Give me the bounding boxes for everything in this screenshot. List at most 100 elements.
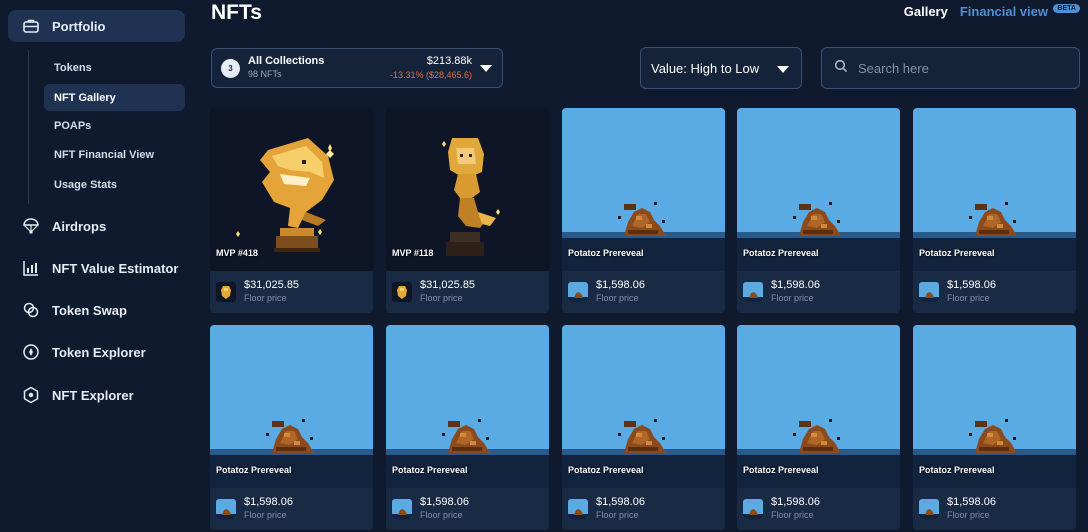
nft-card[interactable]: MVP #118 $31,025.85 Floor price	[386, 108, 549, 313]
nft-card-footer: $1,598.06 Floor price	[743, 279, 820, 305]
nft-card[interactable]: Potatoz Prereveal $1,598.06 Floor price	[737, 325, 900, 530]
nft-price: $1,598.06	[771, 496, 820, 508]
page-title: NFTs	[211, 1, 262, 24]
nft-name: MVP #118	[392, 248, 434, 258]
collection-total-value: $213.88k	[426, 55, 472, 67]
nft-name: Potatoz Prereveal	[919, 248, 995, 258]
collection-thumbnail	[568, 282, 588, 302]
floor-price-label: Floor price	[244, 293, 287, 303]
price-block: $31,025.85 Floor price	[420, 279, 475, 305]
collection-values: $213.88k -13.31% ($28,465.6)	[390, 54, 472, 82]
nav-token-explorer[interactable]: Token Explorer	[8, 336, 185, 368]
nft-price: $1,598.06	[771, 279, 820, 291]
floor-price-label: Floor price	[596, 510, 639, 520]
nav-nft-explorer-label: NFT Explorer	[52, 387, 134, 403]
price-block: $1,598.06 Floor price	[596, 496, 645, 522]
nft-card-footer: $1,598.06 Floor price	[568, 279, 645, 305]
chevron-down-icon	[777, 66, 789, 73]
nav-token-swap[interactable]: Token Swap	[8, 294, 185, 326]
subnav-nft-financial-view-label: NFT Financial View	[54, 148, 155, 161]
nft-card[interactable]: Potatoz Prereveal $1,598.06 Floor price	[737, 108, 900, 313]
floor-price-label: Floor price	[420, 510, 463, 520]
nft-name: Potatoz Prereveal	[392, 465, 468, 475]
nft-card[interactable]: MVP #418 $31,025.85 Floor price	[210, 108, 373, 313]
swap-icon	[22, 301, 40, 319]
floor-price-label: Floor price	[420, 293, 463, 303]
collection-thumbnail	[392, 499, 412, 519]
parachute-icon	[22, 217, 40, 235]
nft-name: Potatoz Prereveal	[568, 465, 644, 475]
beta-badge: BETA	[1053, 4, 1080, 13]
nav-nft-explorer[interactable]: NFT Explorer	[8, 379, 185, 411]
nft-image	[737, 325, 900, 488]
compass-icon	[22, 343, 40, 361]
search-box[interactable]	[821, 47, 1080, 89]
nft-name: MVP #418	[216, 248, 258, 258]
nft-card[interactable]: Potatoz Prereveal $1,598.06 Floor price	[913, 325, 1076, 530]
floor-price-label: Floor price	[947, 510, 990, 520]
nft-name: Potatoz Prereveal	[743, 248, 819, 258]
tab-gallery[interactable]: Gallery	[904, 4, 948, 19]
subnav-tokens-label: Tokens	[54, 61, 92, 74]
nft-image	[737, 108, 900, 271]
collection-count-badge: 3	[221, 58, 240, 78]
subnav-tokens[interactable]: Tokens	[44, 54, 185, 81]
chevron-down-icon	[480, 65, 492, 72]
nft-image	[562, 325, 725, 488]
nft-card[interactable]: Potatoz Prereveal $1,598.06 Floor price	[562, 325, 725, 530]
nav-token-swap-label: Token Swap	[52, 302, 127, 318]
nft-image	[210, 108, 373, 271]
price-block: $1,598.06 Floor price	[771, 279, 820, 305]
subnav-poaps[interactable]: POAPs	[44, 112, 185, 139]
collection-thumbnail	[919, 282, 939, 302]
nft-name: Potatoz Prereveal	[216, 465, 292, 475]
nft-name: Potatoz Prereveal	[568, 248, 644, 258]
subnav-nft-gallery[interactable]: NFT Gallery	[44, 84, 185, 111]
nft-card-footer: $1,598.06 Floor price	[919, 496, 996, 522]
collection-title: All Collections	[248, 55, 325, 67]
subnav-poaps-label: POAPs	[54, 119, 92, 132]
sort-dropdown[interactable]: Value: High to Low	[640, 47, 802, 89]
subnav-nft-gallery-label: NFT Gallery	[54, 91, 116, 104]
nft-card-footer: $1,598.06 Floor price	[392, 496, 469, 522]
floor-price-label: Floor price	[596, 293, 639, 303]
nft-image	[913, 325, 1076, 488]
price-block: $1,598.06 Floor price	[771, 496, 820, 522]
collection-thumbnail	[216, 282, 236, 302]
collection-thumbnail	[743, 282, 763, 302]
price-block: $31,025.85 Floor price	[244, 279, 299, 305]
nft-price: $1,598.06	[420, 496, 469, 508]
subnav-usage-stats[interactable]: Usage Stats	[44, 171, 185, 198]
bar-chart-icon	[22, 259, 40, 277]
nft-card[interactable]: Potatoz Prereveal $1,598.06 Floor price	[913, 108, 1076, 313]
nft-price: $1,598.06	[947, 279, 996, 291]
nav-portfolio[interactable]: Portfolio	[8, 10, 185, 42]
price-block: $1,598.06 Floor price	[947, 279, 996, 305]
nav-airdrops[interactable]: Airdrops	[8, 210, 185, 242]
nav-token-explorer-label: Token Explorer	[52, 344, 146, 360]
nft-card-footer: $31,025.85 Floor price	[216, 279, 299, 305]
collection-dropdown[interactable]: 3 All Collections 98 NFTs $213.88k -13.3…	[211, 48, 503, 88]
hexagon-icon	[22, 386, 40, 404]
nft-card[interactable]: Potatoz Prereveal $1,598.06 Floor price	[210, 325, 373, 530]
collection-info: All Collections 98 NFTs	[248, 55, 324, 81]
floor-price-label: Floor price	[771, 293, 814, 303]
floor-price-label: Floor price	[244, 510, 287, 520]
nft-image	[386, 108, 549, 271]
nft-price: $1,598.06	[947, 496, 996, 508]
nft-card[interactable]: Potatoz Prereveal $1,598.06 Floor price	[562, 108, 725, 313]
nav-nft-value-estimator[interactable]: NFT Value Estimator	[8, 252, 185, 284]
price-block: $1,598.06 Floor price	[420, 496, 469, 522]
sort-value: Value: High to Low	[651, 60, 760, 76]
price-block: $1,598.06 Floor price	[947, 496, 996, 522]
nft-card[interactable]: Potatoz Prereveal $1,598.06 Floor price	[386, 325, 549, 530]
floor-price-label: Floor price	[771, 510, 814, 520]
search-input[interactable]	[858, 60, 1058, 76]
tab-financial-view[interactable]: Financial view BETA	[960, 4, 1080, 19]
submenu-guide-line	[28, 50, 29, 204]
nft-card-footer: $1,598.06 Floor price	[216, 496, 293, 522]
collection-thumbnail	[568, 499, 588, 519]
nft-image	[562, 108, 725, 271]
subnav-nft-financial-view[interactable]: NFT Financial View	[44, 141, 185, 168]
nav-airdrops-label: Airdrops	[52, 218, 107, 234]
